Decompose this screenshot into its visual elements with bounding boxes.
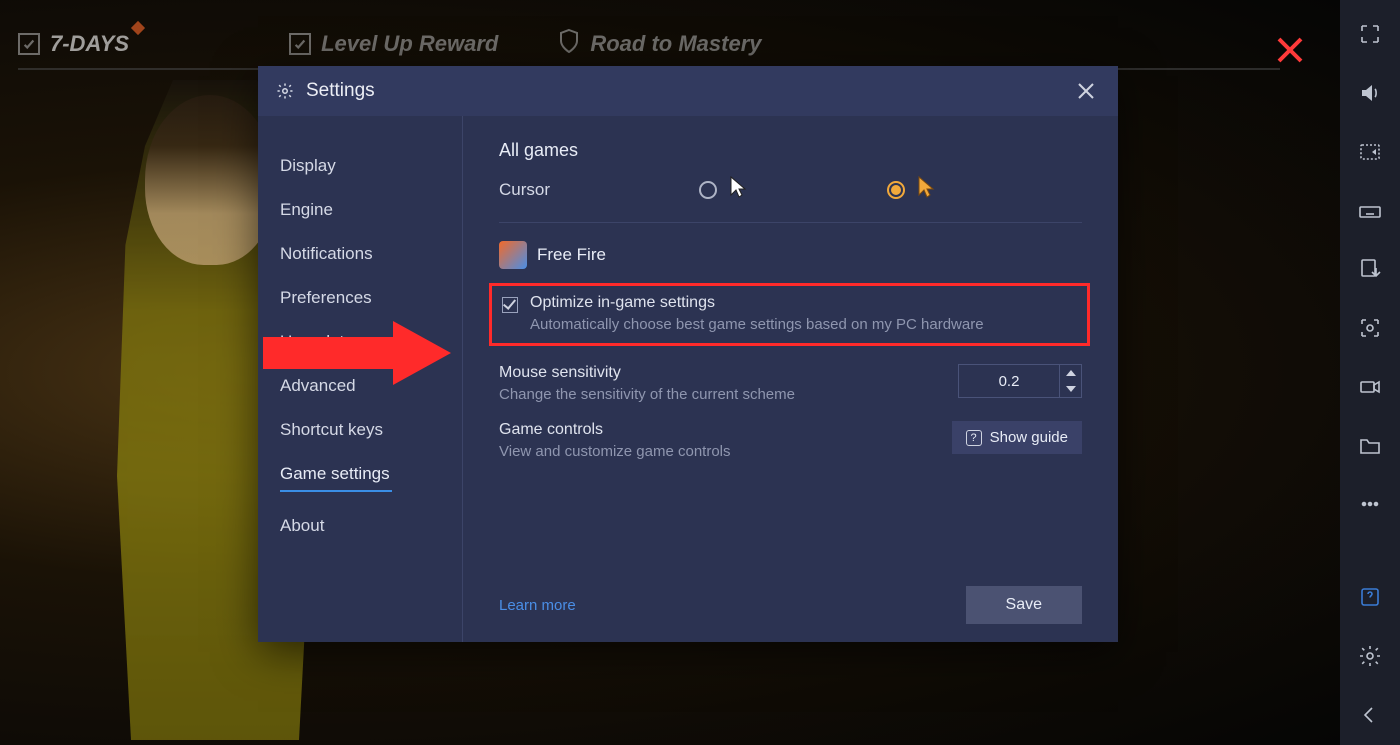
cursor-orange-icon bbox=[917, 175, 935, 204]
cursor-label: Cursor bbox=[499, 180, 689, 200]
settings-gear-icon[interactable] bbox=[1357, 644, 1383, 669]
mouse-title: Mouse sensitivity bbox=[499, 364, 938, 382]
stepper-up[interactable] bbox=[1060, 365, 1081, 381]
radio-selected-icon bbox=[887, 181, 905, 199]
game-controls-row: Game controls View and customize game co… bbox=[499, 421, 1082, 460]
annotation-highlight: Optimize in-game settings Automatically … bbox=[489, 283, 1090, 346]
show-guide-label: Show guide bbox=[990, 429, 1068, 446]
settings-content: All games Cursor Free Fire bbox=[463, 116, 1118, 642]
save-button[interactable]: Save bbox=[966, 586, 1082, 624]
sidebar-item-gamesettings[interactable]: Game settings bbox=[258, 452, 462, 504]
volume-icon[interactable] bbox=[1357, 81, 1383, 106]
radio-unselected-icon bbox=[699, 181, 717, 199]
nav-label: 7-DAYS bbox=[50, 31, 129, 57]
sidebar-item-engine[interactable]: Engine bbox=[258, 188, 462, 232]
screenshot-icon[interactable] bbox=[1357, 316, 1383, 341]
section-all-games: All games bbox=[499, 140, 1082, 161]
game-name: Free Fire bbox=[537, 245, 606, 265]
cursor-option-white[interactable] bbox=[699, 175, 747, 204]
nav-label: Level Up Reward bbox=[321, 31, 498, 57]
freefire-app-icon bbox=[499, 241, 527, 269]
settings-sidebar: Display Engine Notifications Preferences… bbox=[258, 116, 463, 642]
sidebar-item-preferences[interactable]: Preferences bbox=[258, 276, 462, 320]
optimize-desc: Automatically choose best game settings … bbox=[530, 316, 984, 333]
shield-icon bbox=[558, 28, 580, 60]
gear-icon bbox=[276, 82, 294, 100]
mouse-sensitivity-row: Mouse sensitivity Change the sensitivity… bbox=[499, 364, 1082, 403]
controls-desc: View and customize game controls bbox=[499, 443, 932, 460]
modal-title: Settings bbox=[306, 80, 375, 102]
mouse-sensitivity-input[interactable] bbox=[959, 365, 1059, 397]
help-icon[interactable] bbox=[1357, 585, 1383, 610]
keymap-icon[interactable] bbox=[1357, 140, 1383, 165]
emulator-sidebar bbox=[1340, 0, 1400, 745]
sidebar-item-shortcuts[interactable]: Shortcut keys bbox=[258, 408, 462, 452]
learn-more-link[interactable]: Learn more bbox=[499, 597, 576, 614]
question-icon: ? bbox=[966, 430, 982, 446]
cursor-option-orange[interactable] bbox=[887, 175, 935, 204]
nav-levelup[interactable]: Level Up Reward bbox=[289, 31, 498, 57]
optimize-checkbox[interactable] bbox=[502, 297, 518, 313]
check-icon bbox=[18, 33, 40, 55]
modal-close-button[interactable] bbox=[1072, 77, 1100, 105]
nav-label: Road to Mastery bbox=[590, 31, 761, 57]
sidebar-item-notifications[interactable]: Notifications bbox=[258, 232, 462, 276]
mouse-desc: Change the sensitivity of the current sc… bbox=[499, 386, 938, 403]
sidebar-item-label: Game settings bbox=[280, 464, 390, 483]
sidebar-item-about[interactable]: About bbox=[258, 504, 462, 548]
keyboard-icon[interactable] bbox=[1357, 198, 1383, 223]
character-head bbox=[145, 95, 275, 265]
install-apk-icon[interactable] bbox=[1357, 257, 1383, 282]
back-icon[interactable] bbox=[1357, 702, 1383, 727]
record-icon[interactable] bbox=[1357, 375, 1383, 400]
nav-7days[interactable]: 7-DAYS bbox=[18, 31, 129, 57]
fullscreen-icon[interactable] bbox=[1357, 22, 1383, 47]
show-guide-button[interactable]: ? Show guide bbox=[952, 421, 1082, 454]
check-icon bbox=[289, 33, 311, 55]
controls-title: Game controls bbox=[499, 421, 932, 439]
cursor-row: Cursor bbox=[499, 175, 1082, 223]
modal-footer: Learn more Save bbox=[499, 570, 1082, 624]
sidebar-item-userdata[interactable]: User data bbox=[258, 320, 462, 364]
cursor-white-icon bbox=[729, 175, 747, 204]
folder-icon[interactable] bbox=[1357, 433, 1383, 458]
sidebar-item-advanced[interactable]: Advanced bbox=[258, 364, 462, 408]
settings-modal: Settings Display Engine Notifications Pr… bbox=[258, 66, 1118, 642]
close-game-button[interactable] bbox=[1268, 28, 1312, 72]
stepper-down[interactable] bbox=[1060, 381, 1081, 397]
more-icon[interactable] bbox=[1357, 492, 1383, 517]
game-block-freefire: Free Fire Optimize in-game settings Auto… bbox=[499, 241, 1082, 460]
mouse-sensitivity-stepper bbox=[958, 364, 1082, 398]
sidebar-item-display[interactable]: Display bbox=[258, 144, 462, 188]
game-top-nav: 7-DAYS Level Up Reward Road to Mastery bbox=[18, 30, 1280, 70]
modal-header: Settings bbox=[258, 66, 1118, 116]
nav-mastery[interactable]: Road to Mastery bbox=[558, 28, 761, 60]
optimize-title: Optimize in-game settings bbox=[530, 294, 984, 312]
